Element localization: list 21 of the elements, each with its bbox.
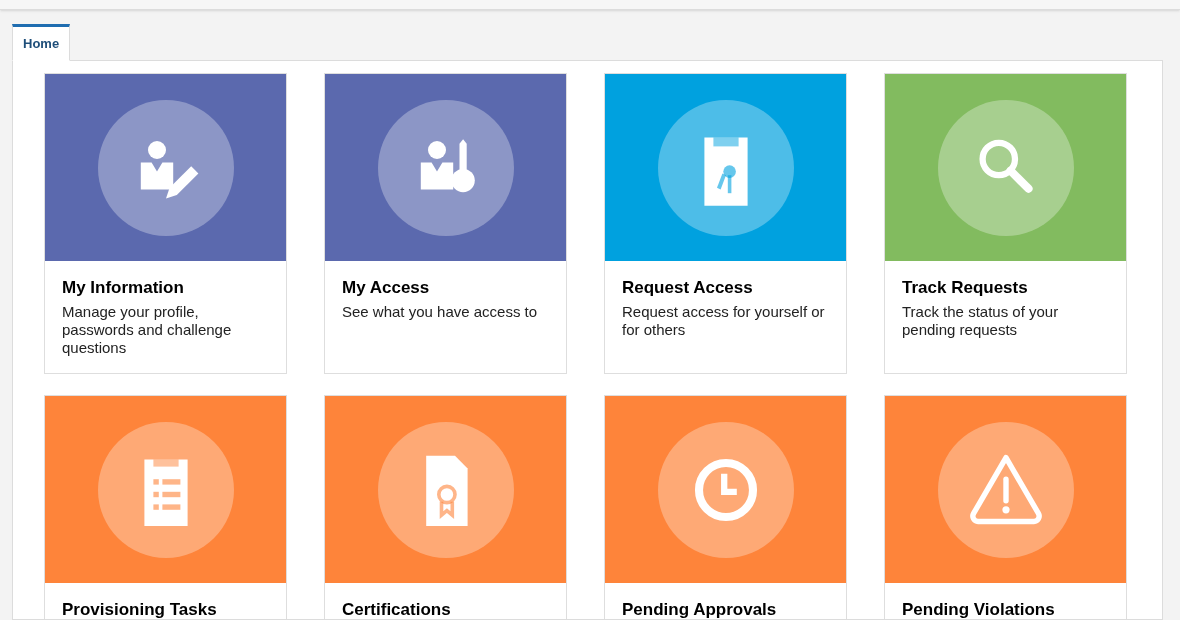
tile-description: Track the status of your pending requests [902, 303, 1060, 339]
tile-title: Pending Violations [902, 600, 1056, 619]
tile-title: Certifications [342, 600, 452, 619]
tile-title: My Information [62, 278, 185, 298]
tile-title: Track Requests [902, 278, 1029, 298]
home-tab[interactable]: Home [12, 24, 71, 61]
tile-title: Provisioning Tasks [62, 600, 218, 619]
tile-description: See what you have access to [342, 303, 539, 321]
tile-card[interactable]: Pending Violations [884, 395, 1127, 619]
tile-card[interactable]: Provisioning Tasks [44, 395, 287, 619]
tile-card[interactable]: Certifications [324, 395, 567, 619]
tile-title: My Access [342, 278, 431, 298]
tile-card[interactable]: Pending Approvals [604, 395, 847, 619]
tile-card[interactable]: My Access See what you have access to [324, 73, 567, 374]
tile-description: Request access for yourself or for others [622, 303, 826, 339]
tile-description: Manage your profile, passwords and challenge questions [62, 303, 233, 357]
tile-title: Request Access [622, 278, 754, 298]
tile-card[interactable]: My Information Manage your profile, passwords and challenge questions [44, 73, 287, 374]
tile-title: Pending Approvals [622, 600, 778, 619]
tile-card[interactable]: Request Access Request access for yourself or for others [604, 73, 847, 374]
tile-card[interactable]: Track Requests Track the status of your pending requests [884, 73, 1127, 374]
